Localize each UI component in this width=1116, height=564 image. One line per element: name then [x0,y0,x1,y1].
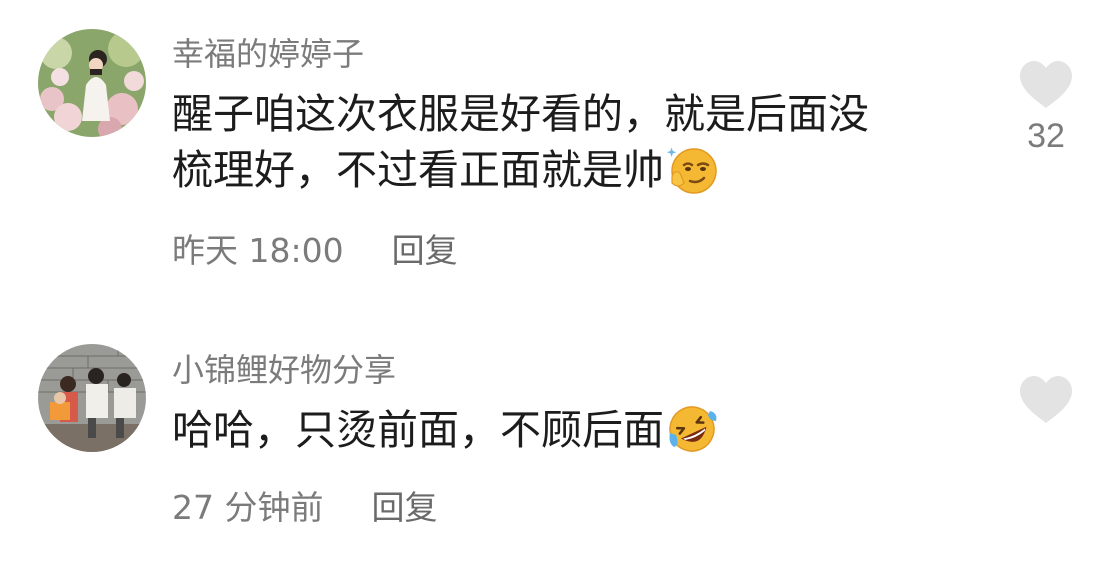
reply-button[interactable]: 回复 [371,488,437,528]
comment-text-fragment: 哈哈，只烫前面，不顾后面 [172,406,664,454]
comment-meta: 昨天 18:00 回复 [172,231,458,271]
avatar[interactable] [38,29,146,137]
comment-meta: 27 分钟前 回复 [172,488,437,528]
like-count: 32 [1027,117,1065,155]
heart-icon [1020,376,1072,423]
avatar[interactable] [38,344,146,452]
comment-text: 哈哈，只烫前面，不顾后面 [172,402,972,458]
like-button[interactable]: 32 [1016,60,1076,156]
comment-time: 27 分钟前 [172,488,324,527]
like-button[interactable] [1016,375,1076,425]
comment-time: 昨天 18:00 [172,231,344,270]
comment-text-line: 梳理好，不过看正面就是帅 [172,142,972,198]
heart-icon [1020,61,1072,108]
rolling-laughing-emoji [666,403,718,455]
comment-text: 醒子咱这次衣服是好看的，就是后面没 梳理好，不过看正面就是帅 [172,86,972,198]
smirk-emoji [666,143,718,195]
comment-item: 小锦鲤好物分享 哈哈，只烫前面，不顾后面 27 分钟前 回复 [0,290,1116,564]
comment-text-line: 哈哈，只烫前面，不顾后面 [172,402,972,458]
comment-text-line: 醒子咱这次衣服是好看的，就是后面没 [172,90,869,138]
username[interactable]: 幸福的婷婷子 [172,34,364,74]
comment-item: 幸福的婷婷子 醒子咱这次衣服是好看的，就是后面没 梳理好，不过看正面就是帅 昨天… [0,0,1116,290]
reply-button[interactable]: 回复 [392,231,458,271]
username[interactable]: 小锦鲤好物分享 [172,350,396,390]
comment-text-fragment: 梳理好，不过看正面就是帅 [172,146,664,194]
